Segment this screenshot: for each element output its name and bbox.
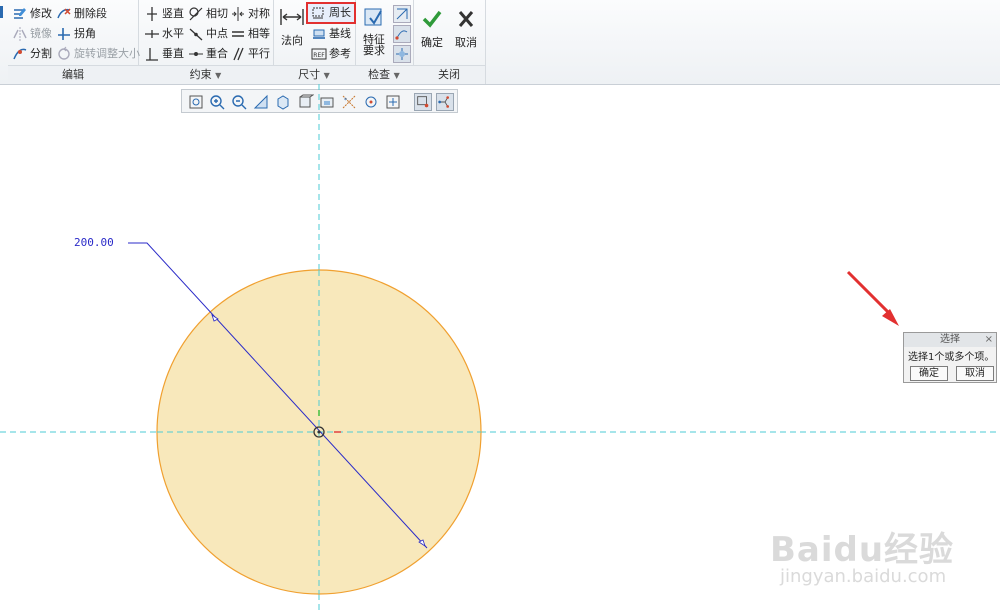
select-dialog: 选择 × 选择1个或多个项。 确定 取消 [903, 332, 997, 383]
annotation-arrow-shaft [846, 270, 894, 318]
closed-loop-icon [396, 48, 408, 60]
watermark-url: jingyan.baidu.com [780, 566, 947, 587]
group-close: 确定 取消 关闭 [413, 0, 486, 84]
modify-icon [14, 8, 26, 19]
equal-constraint-icon [232, 31, 244, 37]
group-inspect: 特征 要求 检查 ▼ [355, 0, 414, 84]
normal-dimension-button[interactable]: 法向 [277, 6, 307, 48]
group-constrain: 竖直 相切 对称 水平 中点 相等 垂直 重合 平行 约束 ▼ [138, 0, 274, 84]
coincident-constraint-button[interactable]: 重合 [188, 45, 228, 63]
corner-button[interactable]: 拐角 [56, 25, 96, 43]
rotate-resize-icon [58, 46, 70, 60]
tangent-constraint-button[interactable]: 相切 [188, 5, 228, 23]
horizontal-constraint-button[interactable]: 水平 [144, 25, 184, 43]
close-icon [458, 11, 474, 27]
tangent-constraint-icon [189, 7, 203, 21]
reference-icon: REF [311, 48, 327, 60]
overlapping-entities-icon [396, 8, 408, 20]
chevron-down-icon: ▼ [215, 71, 222, 80]
mirror-button[interactable]: 镜像 [12, 25, 52, 43]
parallel-constraint-button[interactable]: 平行 [230, 45, 270, 63]
close-icon[interactable]: × [985, 333, 993, 347]
feature-requirements-icon [364, 8, 382, 26]
midpoint-constraint-button[interactable]: 中点 [188, 25, 228, 43]
svg-text:REF: REF [313, 52, 325, 59]
shade-closed-loops-button[interactable] [393, 45, 411, 63]
overlapping-entities-button[interactable] [393, 5, 411, 23]
chevron-down-icon: ▼ [323, 71, 330, 80]
horizontal-constraint-icon [145, 30, 159, 38]
group-label-edit: 编辑 [8, 65, 138, 84]
group-label-inspect[interactable]: 检查 ▼ [355, 65, 413, 84]
check-icon [422, 10, 442, 28]
highlight-open-ends-button[interactable] [393, 25, 411, 43]
normal-dimension-icon [280, 9, 304, 25]
group-label-dimension[interactable]: 尺寸 ▼ [273, 65, 355, 84]
delete-segment-button[interactable]: 删除段 [56, 5, 107, 23]
select-cancel-button[interactable]: 取消 [956, 366, 994, 381]
equal-constraint-button[interactable]: 相等 [230, 25, 270, 43]
cancel-button[interactable]: 取消 [451, 8, 481, 50]
open-ends-icon [395, 30, 408, 40]
annotation-arrow-head [882, 309, 899, 326]
symmetric-constraint-button[interactable]: 对称 [230, 5, 270, 23]
select-dialog-message: 选择1个或多个项。 [908, 352, 995, 363]
corner-icon [58, 28, 70, 40]
midpoint-constraint-icon [189, 28, 203, 41]
symmetric-constraint-icon [232, 7, 244, 21]
center-point [317, 430, 321, 434]
perpendicular-constraint-button[interactable]: 垂直 [144, 45, 184, 63]
group-label-close: 关闭 [413, 65, 485, 84]
group-label-constrain[interactable]: 约束 ▼ [138, 65, 273, 84]
ribbon: 修改 删除段 镜像 拐角 分割 旋转调整大小 编辑 竖直 相切 对称 水平 中点… [0, 0, 1000, 85]
divide-button[interactable]: 分割 [12, 45, 52, 63]
baseline-button[interactable]: 基线 [311, 25, 351, 43]
group-edit: 修改 删除段 镜像 拐角 分割 旋转调整大小 编辑 [8, 0, 140, 84]
divide-icon [13, 48, 27, 60]
baseline-icon [313, 29, 325, 39]
perpendicular-constraint-icon [146, 48, 158, 61]
dimension-value[interactable]: 200.00 [74, 236, 114, 249]
vertical-constraint-button[interactable]: 竖直 [144, 5, 184, 23]
select-dialog-title: 选择 × [904, 333, 996, 347]
feature-requirements-button[interactable]: 特征 要求 [359, 6, 389, 56]
mirror-icon [13, 27, 27, 41]
delete-segment-icon [57, 8, 71, 19]
ribbon-left-edge [0, 6, 3, 18]
chevron-down-icon: ▼ [393, 71, 400, 80]
select-ok-button[interactable]: 确定 [910, 366, 948, 381]
perimeter-button[interactable]: 周长 [306, 2, 356, 24]
perimeter-icon [312, 7, 324, 19]
parallel-constraint-icon [233, 47, 244, 61]
vertical-constraint-icon [147, 7, 157, 21]
watermark-brand: Baidu经验 [770, 530, 955, 570]
coincident-constraint-icon [189, 52, 203, 56]
rotate-resize-button[interactable]: 旋转调整大小 [56, 45, 140, 63]
ok-button[interactable]: 确定 [417, 8, 447, 50]
reference-button[interactable]: REF 参考 [311, 45, 351, 63]
group-dimension: 法向 周长 基线 REF 参考 尺寸 ▼ [273, 0, 356, 84]
modify-button[interactable]: 修改 [12, 5, 52, 23]
